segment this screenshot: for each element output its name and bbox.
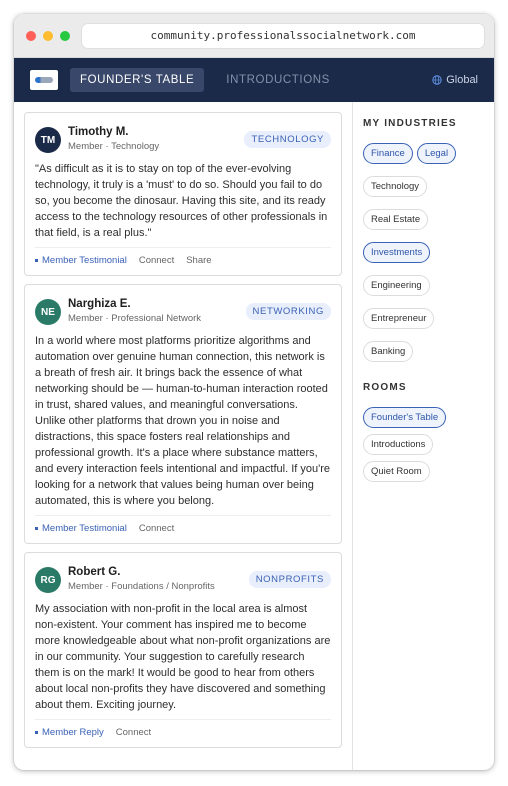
post-header: RG Robert G. Member · Foundations / Nonp… xyxy=(35,565,331,593)
minimize-window-dot[interactable] xyxy=(43,30,53,41)
globe-icon xyxy=(432,75,442,85)
member-reply-label: Member Reply xyxy=(42,727,104,738)
author-role: Member · Professional Network xyxy=(68,313,202,324)
author-role: Member · Foundations / Nonprofits xyxy=(68,581,215,592)
member-testimonial-label: Member Testimonial xyxy=(42,255,127,266)
connect-button[interactable]: Connect xyxy=(116,727,151,738)
rooms-title: ROOMS xyxy=(363,382,407,393)
browser-window: community.professionalssocialnetwork.com… xyxy=(14,14,494,770)
post-card: NE Narghiza E. Member · Professional Net… xyxy=(24,284,342,544)
post-actions: Member Testimonial Connect xyxy=(35,515,331,534)
industry-chips: Finance Legal Technology Real Estate Inv… xyxy=(363,143,484,362)
bullet-icon xyxy=(35,731,38,734)
bullet-icon xyxy=(35,259,38,262)
member-testimonial-link[interactable]: Member Testimonial xyxy=(35,255,127,266)
post-actions: Member Reply Connect xyxy=(35,719,331,738)
share-button[interactable]: Share xyxy=(186,255,211,266)
room-introductions[interactable]: Introductions xyxy=(363,434,434,455)
chip-real-estate[interactable]: Real Estate xyxy=(363,209,429,230)
chip-entrepreneur[interactable]: Entrepreneur xyxy=(363,308,435,329)
room-quiet-room[interactable]: Quiet Room xyxy=(363,461,430,482)
top-navigation: FOUNDER'S TABLE INTRODUCTIONS Global xyxy=(14,58,494,102)
post-body: My association with non-profit in the lo… xyxy=(35,603,331,711)
post-card: RG Robert G. Member · Foundations / Nonp… xyxy=(24,552,342,748)
post-body: "As difficult as it is to stay on top of… xyxy=(35,163,328,239)
logo-mark xyxy=(35,77,53,83)
author-name[interactable]: Narghiza E. xyxy=(68,297,246,311)
address-bar[interactable]: community.professionalssocialnetwork.com xyxy=(82,23,484,48)
avatar[interactable]: RG xyxy=(35,567,61,593)
author-name[interactable]: Robert G. xyxy=(68,565,249,579)
sidebar: MY INDUSTRIES Finance Legal Technology R… xyxy=(352,102,494,770)
room-chips: Founder's Table Introductions Quiet Room xyxy=(363,407,484,482)
maximize-window-dot[interactable] xyxy=(60,30,70,41)
member-reply-link[interactable]: Member Reply xyxy=(35,727,104,738)
member-testimonial-label: Member Testimonial xyxy=(42,523,127,534)
avatar[interactable]: TM xyxy=(35,127,61,153)
post-author: Narghiza E. Member · Professional Networ… xyxy=(68,297,246,324)
author-role: Member · Technology xyxy=(68,141,160,152)
post-author: Robert G. Member · Foundations / Nonprof… xyxy=(68,565,249,592)
connect-button[interactable]: Connect xyxy=(139,523,174,534)
tab-introductions[interactable]: INTRODUCTIONS xyxy=(216,68,340,92)
chip-investments[interactable]: Investments xyxy=(363,242,431,263)
site-logo[interactable] xyxy=(30,70,58,90)
post-feed: TM Timothy M. Member · Technology TECHNO… xyxy=(14,102,352,770)
bullet-icon xyxy=(35,527,38,530)
global-selector[interactable]: Global xyxy=(432,74,478,86)
chip-engineering[interactable]: Engineering xyxy=(363,275,430,296)
post-header: NE Narghiza E. Member · Professional Net… xyxy=(35,297,331,325)
post-actions: Member Testimonial Connect Share xyxy=(35,247,331,266)
industries-title: MY INDUSTRIES xyxy=(363,118,457,129)
post-header: TM Timothy M. Member · Technology TECHNO… xyxy=(35,125,331,153)
tab-founders-table[interactable]: FOUNDER'S TABLE xyxy=(70,68,205,92)
post-card: TM Timothy M. Member · Technology TECHNO… xyxy=(24,112,342,276)
chip-technology[interactable]: Technology xyxy=(363,176,428,197)
browser-chrome: community.professionalssocialnetwork.com xyxy=(14,14,494,58)
topic-tag[interactable]: NONPROFITS xyxy=(248,571,331,588)
connect-button[interactable]: Connect xyxy=(139,255,174,266)
room-founders-table[interactable]: Founder's Table xyxy=(363,407,447,428)
topic-tag[interactable]: NETWORKING xyxy=(245,303,331,320)
member-testimonial-link[interactable]: Member Testimonial xyxy=(35,523,127,534)
post-author: Timothy M. Member · Technology xyxy=(68,125,244,152)
chip-finance[interactable]: Finance xyxy=(363,143,413,164)
close-window-dot[interactable] xyxy=(26,30,36,41)
post-body: In a world where most platforms prioriti… xyxy=(35,335,330,507)
global-label: Global xyxy=(446,74,478,86)
avatar[interactable]: NE xyxy=(35,299,61,325)
chip-banking[interactable]: Banking xyxy=(363,341,414,362)
topic-tag[interactable]: TECHNOLOGY xyxy=(244,131,331,148)
page-content: TM Timothy M. Member · Technology TECHNO… xyxy=(14,102,494,770)
chip-legal[interactable]: Legal xyxy=(416,143,457,164)
author-name[interactable]: Timothy M. xyxy=(68,125,244,139)
